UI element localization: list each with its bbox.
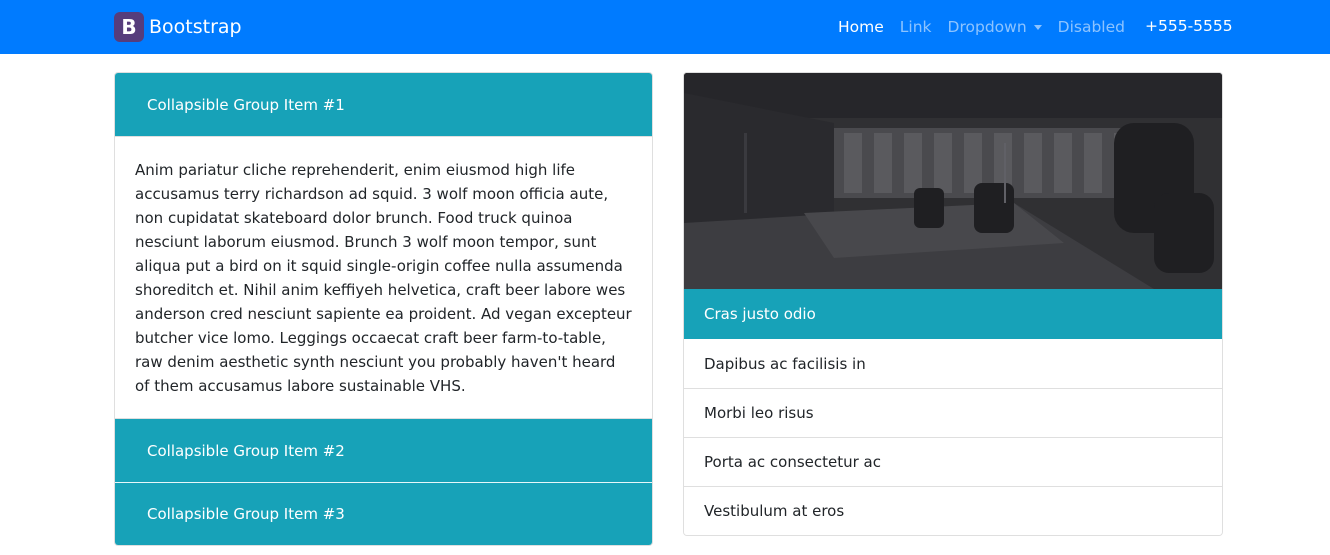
list-card: Cras justo odio Dapibus ac facilisis in … bbox=[683, 72, 1223, 536]
nav-links: Home Link Dropdown Disabled bbox=[838, 17, 1141, 37]
list-item: Dapibus ac facilisis in bbox=[684, 339, 1222, 388]
nav-dropdown-toggle[interactable]: Dropdown bbox=[948, 18, 1042, 36]
office-photo-illustration bbox=[684, 73, 1222, 289]
nav-dropdown-label: Dropdown bbox=[947, 18, 1027, 36]
nav-link-home[interactable]: Home bbox=[838, 18, 884, 36]
accordion-body-1: Anim pariatur cliche reprehenderit, enim… bbox=[115, 136, 652, 419]
card-header: Cras justo odio bbox=[684, 289, 1222, 339]
accordion-header-1[interactable]: Collapsible Group Item #1 bbox=[115, 73, 652, 136]
office-photo bbox=[684, 73, 1222, 289]
list-item: Vestibulum at eros bbox=[684, 486, 1222, 535]
nav-link-link[interactable]: Link bbox=[900, 18, 932, 36]
bootstrap-logo-icon: B bbox=[114, 12, 144, 42]
accordion-title-3: Collapsible Group Item #3 bbox=[147, 505, 345, 523]
card-header-text: Cras justo odio bbox=[704, 305, 816, 323]
brand-name: Bootstrap bbox=[149, 16, 242, 38]
accordion: Collapsible Group Item #1 Anim pariatur … bbox=[114, 72, 653, 546]
navbar-brand[interactable]: B Bootstrap bbox=[114, 11, 242, 43]
caret-down-icon bbox=[1033, 24, 1042, 30]
accordion-title-2: Collapsible Group Item #2 bbox=[147, 441, 345, 460]
accordion-header-2[interactable]: Collapsible Group Item #2 bbox=[115, 419, 652, 482]
list-group: Dapibus ac facilisis in Morbi leo risus … bbox=[684, 339, 1222, 535]
phone-number: +555-5555 bbox=[1145, 17, 1233, 35]
accordion-header-3[interactable]: Collapsible Group Item #3 bbox=[115, 482, 652, 545]
list-item: Porta ac consectetur ac bbox=[684, 437, 1222, 486]
navbar: B Bootstrap Home Link Dropdown Disabled … bbox=[0, 0, 1330, 54]
accordion-title-1: Collapsible Group Item #1 bbox=[147, 95, 345, 114]
nav-link-disabled: Disabled bbox=[1057, 18, 1125, 36]
list-item: Morbi leo risus bbox=[684, 388, 1222, 437]
